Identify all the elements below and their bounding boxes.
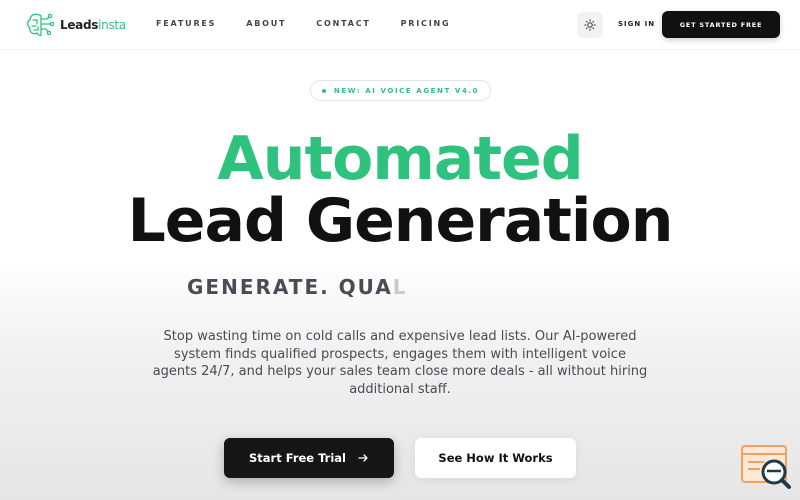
start-free-trial-button[interactable]: Start Free Trial bbox=[224, 438, 394, 478]
typing-tagline-visible: GENERATE. QUA bbox=[187, 275, 393, 299]
nav-link-about[interactable]: ABOUT bbox=[246, 19, 286, 28]
nav-link-contact[interactable]: CONTACT bbox=[316, 19, 370, 28]
hero-headline-accent: Automated bbox=[217, 124, 583, 194]
nav-link-features[interactable]: FEATURES bbox=[156, 19, 216, 28]
search-window-icon[interactable] bbox=[740, 444, 792, 490]
new-feature-badge[interactable]: NEW: AI VOICE AGENT V4.0 bbox=[310, 80, 491, 101]
see-how-it-works-button[interactable]: See How It Works bbox=[415, 438, 576, 478]
hero-headline: Lead Generation bbox=[127, 186, 674, 256]
nav-link-pricing[interactable]: PRICING bbox=[401, 19, 451, 28]
theme-toggle-button[interactable] bbox=[577, 12, 603, 38]
start-free-trial-label: Start Free Trial bbox=[248, 451, 346, 465]
hero-description: Stop wasting time on cold calls and expe… bbox=[152, 329, 648, 397]
typing-tagline-fading: L bbox=[392, 275, 408, 299]
nav-links: FEATURES ABOUT CONTACT PRICING bbox=[156, 19, 480, 28]
get-started-button[interactable]: GET STARTED FREE bbox=[662, 11, 780, 38]
typing-tagline: GENERATE. QUAL bbox=[187, 275, 408, 299]
badge-text: NEW: AI VOICE AGENT V4.0 bbox=[333, 86, 480, 95]
brain-circuit-logo-icon bbox=[27, 13, 55, 37]
brand-logo[interactable]: Leadsinsta bbox=[25, 11, 126, 39]
sun-icon bbox=[584, 19, 596, 31]
arrow-right-icon bbox=[358, 454, 368, 462]
brand-name: Leadsinsta bbox=[60, 18, 126, 32]
top-navbar: Leadsinsta FEATURES ABOUT CONTACT PRICIN… bbox=[0, 0, 800, 50]
badge-dot bbox=[321, 88, 326, 93]
sign-in-link[interactable]: SIGN IN bbox=[618, 20, 655, 28]
